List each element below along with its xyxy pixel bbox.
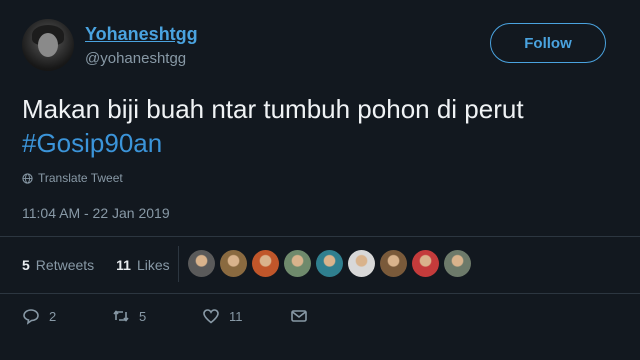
divider-bottom [0, 293, 640, 294]
liker-avatar-1[interactable] [188, 250, 215, 277]
stats-separator [178, 246, 179, 282]
liker-avatar-5[interactable] [316, 250, 343, 277]
liker-avatar-2[interactable] [220, 250, 247, 277]
tweet-card: Yohaneshtgg @yohaneshtgg Follow Makan bi… [0, 0, 640, 360]
action-bar: 2 5 11 [0, 307, 640, 331]
liker-avatar-3[interactable] [252, 250, 279, 277]
avatar-face [38, 33, 58, 57]
like-button[interactable]: 11 [202, 307, 243, 325]
retweets-label[interactable]: Retweets [36, 257, 94, 273]
liker-avatars [188, 250, 471, 277]
timestamp[interactable]: 11:04 AM - 22 Jan 2019 [22, 205, 170, 221]
translate-tweet[interactable]: Translate Tweet [22, 171, 123, 185]
liker-avatar-8[interactable] [412, 250, 439, 277]
heart-icon [203, 309, 219, 324]
likes-label[interactable]: Likes [137, 257, 170, 273]
liker-avatar-7[interactable] [380, 250, 407, 277]
liker-avatar-9[interactable] [444, 250, 471, 277]
liker-avatar-6[interactable] [348, 250, 375, 277]
liker-avatar-4[interactable] [284, 250, 311, 277]
tweet-text: Makan biji buah ntar tumbuh pohon di per… [22, 92, 524, 160]
likes-count[interactable]: 11 [116, 257, 131, 273]
like-count: 11 [229, 308, 243, 324]
retweets-count[interactable]: 5 [22, 257, 30, 273]
direct-message-button[interactable] [290, 307, 308, 325]
retweet-icon [113, 310, 129, 322]
retweet-count: 5 [139, 308, 147, 324]
translate-label: Translate Tweet [38, 171, 123, 185]
divider-top [0, 236, 640, 237]
envelope-icon [291, 310, 307, 322]
retweet-button[interactable]: 5 [112, 307, 146, 325]
hashtag-link[interactable]: #Gosip90an [22, 126, 524, 160]
globe-icon [22, 172, 33, 184]
reply-button[interactable]: 2 [22, 307, 56, 325]
tweet-body: Makan biji buah ntar tumbuh pohon di per… [22, 94, 524, 124]
avatar[interactable] [22, 19, 74, 71]
user-handle: @yohaneshtgg [85, 50, 187, 67]
reply-icon [23, 309, 39, 325]
reply-count: 2 [49, 308, 57, 324]
engagement-stats: 5 Retweets 11 Likes [22, 257, 170, 273]
display-name[interactable]: Yohaneshtgg [85, 24, 198, 45]
follow-button[interactable]: Follow [490, 23, 606, 63]
